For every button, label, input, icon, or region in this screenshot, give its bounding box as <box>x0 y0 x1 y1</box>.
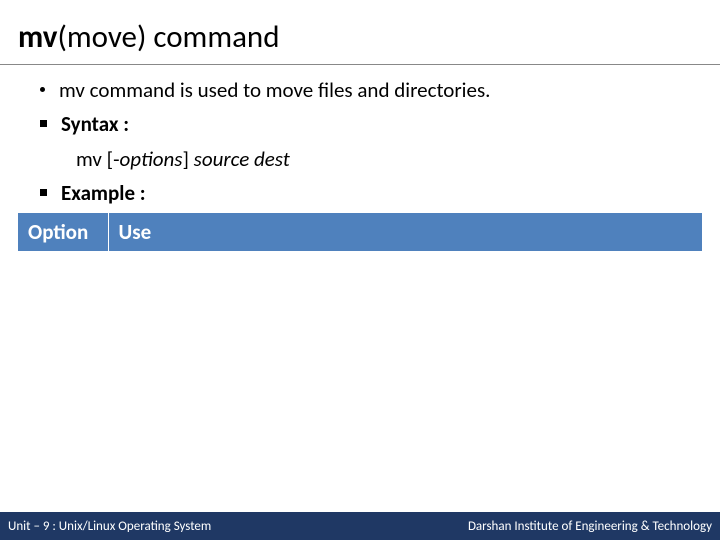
options-table: Option Use <box>18 213 702 251</box>
example-label: Example : <box>61 178 702 208</box>
bullet-syntax-row: Syntax : <box>40 109 702 139</box>
table-header-row: Option Use <box>18 213 702 251</box>
bullet-intro-text: mv command is used to move files and dir… <box>59 75 702 105</box>
table-header-use: Use <box>108 213 702 251</box>
bullet-square-icon <box>40 120 47 127</box>
slide: mv(move) command mv command is used to m… <box>0 0 720 540</box>
syntax-args: source dest <box>194 146 290 172</box>
bullet-intro-row: mv command is used to move files and dir… <box>40 75 702 105</box>
syntax-line: mv [-options] source dest <box>76 144 702 174</box>
bullet-example-row: Example : <box>40 178 702 208</box>
content-area: mv command is used to move files and dir… <box>0 71 720 251</box>
syntax-mid: ] <box>182 146 193 172</box>
title-rest: (move) command <box>57 18 279 56</box>
bullet-dot-icon <box>40 87 45 92</box>
syntax-label: Syntax : <box>61 109 702 139</box>
syntax-options: options <box>120 146 183 172</box>
syntax-cmd: mv [- <box>76 146 120 172</box>
footer-right: Darshan Institute of Engineering & Techn… <box>468 519 712 534</box>
footer-left: Unit – 9 : Unix/Linux Operating System <box>8 519 211 534</box>
table-header-option: Option <box>18 213 108 251</box>
slide-title: mv(move) command <box>0 0 720 64</box>
bullet-square-icon <box>40 189 47 196</box>
title-divider <box>0 64 720 65</box>
title-bold: mv <box>18 18 57 56</box>
footer-bar: Unit – 9 : Unix/Linux Operating System D… <box>0 512 720 540</box>
